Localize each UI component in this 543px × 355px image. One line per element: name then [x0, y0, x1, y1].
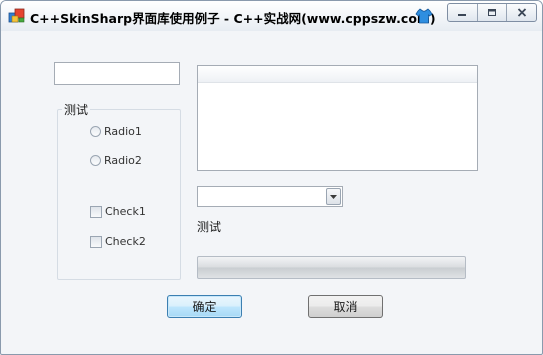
progress-bar	[197, 256, 466, 279]
radio-2-label: Radio2	[104, 154, 142, 167]
cancel-button[interactable]: 取消	[308, 295, 383, 318]
combo-box[interactable]	[197, 186, 343, 207]
restore-button[interactable]	[478, 4, 508, 21]
minimize-button[interactable]	[448, 4, 478, 21]
list-header[interactable]	[198, 66, 477, 83]
checkbox-1[interactable]: Check1	[90, 205, 146, 218]
text-input[interactable]	[54, 62, 180, 85]
static-label: 测试	[197, 220, 222, 234]
close-button[interactable]	[507, 4, 536, 21]
restore-icon	[488, 9, 496, 16]
app-icon	[8, 8, 25, 23]
checkbox-2-label: Check2	[105, 235, 146, 248]
radio-1[interactable]: Radio1	[90, 125, 142, 138]
chevron-down-icon	[330, 194, 337, 199]
radio-icon	[90, 126, 101, 137]
close-icon	[517, 8, 526, 17]
radio-icon	[90, 155, 101, 166]
skin-shirt-icon[interactable]	[415, 7, 433, 25]
checkbox-2[interactable]: Check2	[90, 235, 146, 248]
combo-dropdown-button[interactable]	[326, 188, 341, 205]
list-view[interactable]	[197, 65, 478, 171]
checkbox-icon	[90, 205, 102, 218]
group-title: 测试	[62, 101, 91, 118]
checkbox-icon	[90, 235, 102, 248]
radio-2[interactable]: Radio2	[90, 154, 142, 167]
minimize-icon	[458, 13, 467, 16]
system-buttons	[447, 3, 537, 22]
title-bar[interactable]: C++SkinSharp界面库使用例子 - C++实战网(www.cppszw.…	[1, 1, 542, 31]
checkbox-1-label: Check1	[105, 205, 146, 218]
radio-1-label: Radio1	[104, 125, 142, 138]
window-title: C++SkinSharp界面库使用例子 - C++实战网(www.cppszw.…	[30, 11, 436, 26]
ok-button[interactable]: 确定	[167, 295, 242, 318]
